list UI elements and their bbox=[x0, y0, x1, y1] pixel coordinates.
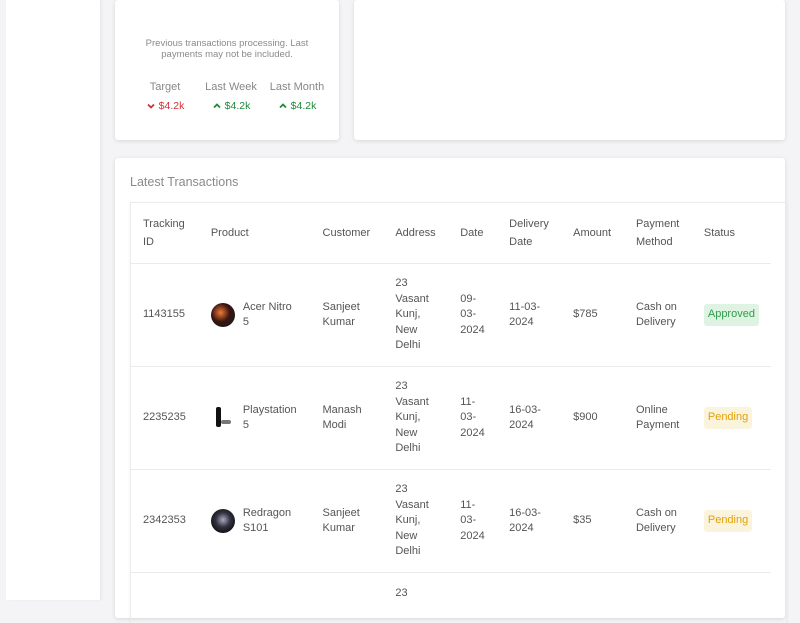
cell-address: 23 bbox=[383, 573, 448, 623]
col-date[interactable]: Date bbox=[448, 203, 497, 264]
cell-delivery-date: 16-03-2024 bbox=[497, 470, 561, 573]
table-row[interactable]: 2342353 Redragon S101 Sanjeet Kumar 23 V… bbox=[131, 470, 771, 573]
cell-amount bbox=[561, 573, 624, 623]
cell-tracking-id: 1143155 bbox=[131, 264, 199, 367]
cell-customer bbox=[311, 573, 384, 623]
cell-status: Pending bbox=[692, 470, 771, 573]
status-badge: Approved bbox=[704, 304, 759, 326]
cell-payment-method: Cash on Delivery bbox=[624, 264, 692, 367]
latest-transactions-panel: Latest Transactions Tracking ID Product … bbox=[115, 158, 785, 618]
summary-amount: $4.2k bbox=[291, 100, 317, 112]
product-name: Playstation 5 bbox=[243, 403, 299, 434]
cell-date: 09-03-2024 bbox=[448, 264, 497, 367]
sidebar bbox=[6, 0, 101, 600]
col-amount[interactable]: Amount bbox=[561, 203, 624, 264]
summary-value: $4.2k bbox=[278, 100, 317, 112]
product-info: Playstation 5 bbox=[211, 403, 299, 434]
cell-date bbox=[448, 573, 497, 623]
table-row[interactable]: 2235235 Playstation 5 Manash Modi 23 Vas… bbox=[131, 367, 771, 470]
chevron-down-icon bbox=[146, 101, 156, 111]
cell-delivery-date bbox=[497, 573, 561, 623]
cell-tracking-id bbox=[131, 573, 199, 623]
processing-note: Previous transactions processing. Last p… bbox=[139, 38, 315, 60]
cell-amount: $35 bbox=[561, 470, 624, 573]
cell-status: Approved bbox=[692, 264, 771, 367]
chevron-up-icon bbox=[278, 101, 288, 111]
cell-date: 11-03-2024 bbox=[448, 367, 497, 470]
col-customer[interactable]: Customer bbox=[311, 203, 384, 264]
table-row[interactable]: 1143155 Acer Nitro 5 Sanjeet Kumar 23 Va… bbox=[131, 264, 771, 367]
product-image bbox=[211, 303, 235, 327]
product-name: Redragon S101 bbox=[243, 506, 299, 537]
col-payment-method[interactable]: Payment Method bbox=[624, 203, 692, 264]
featured-panel: Previous transactions processing. Last p… bbox=[115, 0, 339, 140]
cell-status: Pending bbox=[692, 367, 771, 470]
cell-delivery-date: 11-03-2024 bbox=[497, 264, 561, 367]
summary-value: $4.2k bbox=[146, 100, 185, 112]
summary-title: Last Month bbox=[270, 81, 324, 93]
cell-delivery-date: 16-03-2024 bbox=[497, 367, 561, 470]
status-badge: Pending bbox=[704, 510, 752, 532]
transactions-table-container[interactable]: Tracking ID Product Customer Address Dat… bbox=[130, 202, 787, 623]
col-status[interactable]: Status bbox=[692, 203, 771, 264]
cell-amount: $785 bbox=[561, 264, 624, 367]
cell-amount: $900 bbox=[561, 367, 624, 470]
cell-status bbox=[692, 573, 771, 623]
summary-title: Last Week bbox=[205, 81, 257, 93]
cell-payment-method: Cash on Delivery bbox=[624, 470, 692, 573]
cell-product bbox=[199, 573, 311, 623]
summary-target: Target $4.2k bbox=[133, 81, 197, 112]
cell-product: Acer Nitro 5 bbox=[199, 264, 311, 367]
status-badge: Pending bbox=[704, 407, 752, 429]
product-image bbox=[211, 406, 235, 430]
cell-payment-method bbox=[624, 573, 692, 623]
cell-address: 23 Vasant Kunj, New Delhi bbox=[383, 470, 448, 573]
col-address[interactable]: Address bbox=[383, 203, 448, 264]
col-delivery-date[interactable]: Delivery Date bbox=[497, 203, 561, 264]
cell-customer: Manash Modi bbox=[311, 367, 384, 470]
cell-payment-method: Online Payment bbox=[624, 367, 692, 470]
summary-value: $4.2k bbox=[212, 100, 251, 112]
summary-last-week: Last Week $4.2k bbox=[199, 81, 263, 112]
cell-tracking-id: 2342353 bbox=[131, 470, 199, 573]
product-name: Acer Nitro 5 bbox=[243, 300, 299, 331]
section-title: Latest Transactions bbox=[130, 175, 238, 189]
cell-customer: Sanjeet Kumar bbox=[311, 264, 384, 367]
col-product[interactable]: Product bbox=[199, 203, 311, 264]
table-header-row: Tracking ID Product Customer Address Dat… bbox=[131, 203, 771, 264]
chevron-up-icon bbox=[212, 101, 222, 111]
product-info: Redragon S101 bbox=[211, 506, 299, 537]
summary-title: Target bbox=[150, 81, 181, 93]
chart-panel bbox=[354, 0, 785, 140]
cell-product: Redragon S101 bbox=[199, 470, 311, 573]
cell-date: 11-03-2024 bbox=[448, 470, 497, 573]
table-row[interactable]: 23 bbox=[131, 573, 771, 623]
summary-row: Target $4.2k Last Week $4.2k Last Month … bbox=[133, 81, 329, 112]
cell-tracking-id: 2235235 bbox=[131, 367, 199, 470]
col-tracking-id[interactable]: Tracking ID bbox=[131, 203, 199, 264]
cell-product: Playstation 5 bbox=[199, 367, 311, 470]
cell-address: 23 Vasant Kunj, New Delhi bbox=[383, 264, 448, 367]
product-info: Acer Nitro 5 bbox=[211, 300, 299, 331]
cell-customer: Sanjeet Kumar bbox=[311, 470, 384, 573]
summary-amount: $4.2k bbox=[225, 100, 251, 112]
summary-last-month: Last Month $4.2k bbox=[265, 81, 329, 112]
product-image bbox=[211, 509, 235, 533]
summary-amount: $4.2k bbox=[159, 100, 185, 112]
cell-address: 23 Vasant Kunj, New Delhi bbox=[383, 367, 448, 470]
transactions-table: Tracking ID Product Customer Address Dat… bbox=[131, 203, 771, 623]
